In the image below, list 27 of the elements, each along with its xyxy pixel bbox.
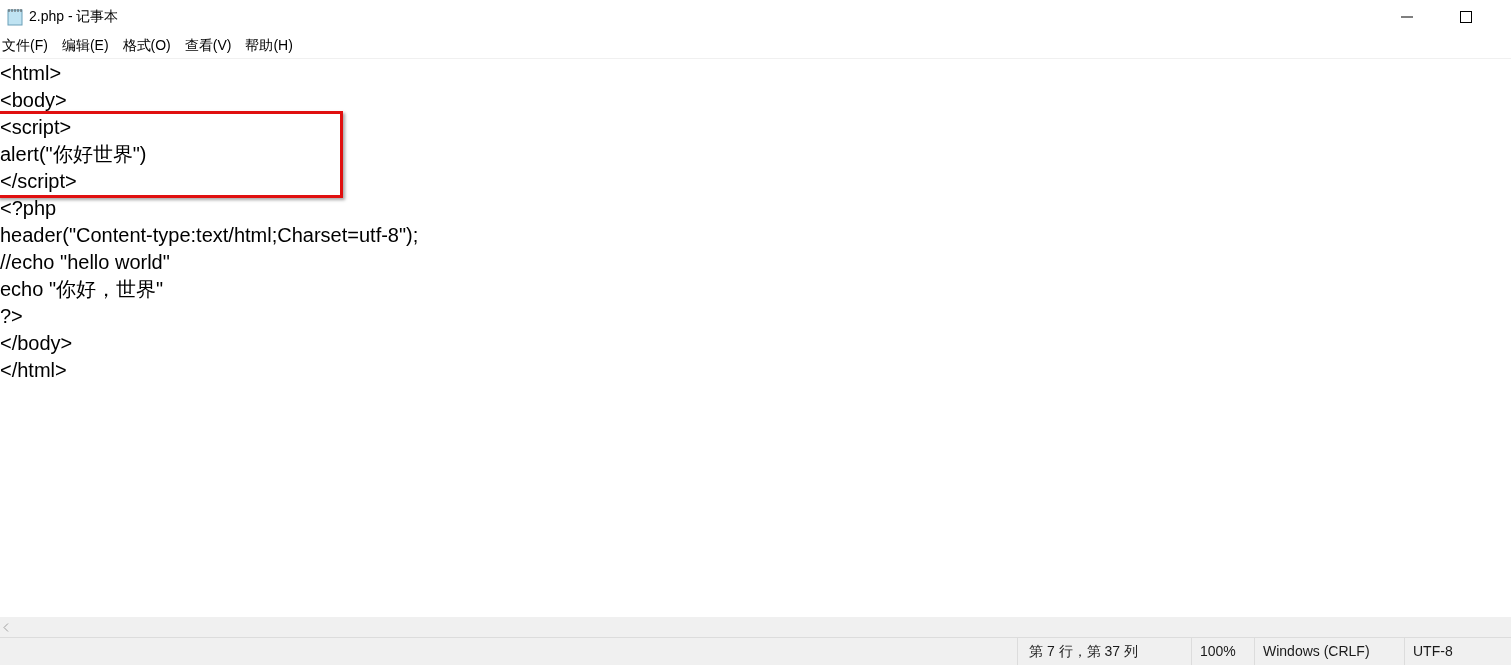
menu-item[interactable]: 编辑(E) xyxy=(59,33,111,58)
code-line: <script> xyxy=(0,116,72,138)
code-line: </body> xyxy=(0,332,73,354)
code-line: alert("你好世界") xyxy=(0,143,147,165)
window-title: 2.php - 记事本 xyxy=(29,7,119,26)
code-line: <html> xyxy=(0,62,62,84)
cursor-position: 第 7 行，第 37 列 xyxy=(1029,642,1138,661)
line-ending: Windows (CRLF) xyxy=(1263,642,1370,661)
menu-item[interactable]: 查看(V) xyxy=(182,33,234,58)
code-line: header("Content-type:text/html;Charset=utf-8"); xyxy=(0,224,419,246)
scroll-left-icon[interactable] xyxy=(3,622,9,632)
code-line: <body> xyxy=(0,89,67,111)
code-line: //echo "hello world" xyxy=(0,251,170,273)
encoding: UTF-8 xyxy=(1413,642,1453,661)
menu-item[interactable]: 文件(F) xyxy=(0,33,50,58)
notepad-icon xyxy=(6,7,24,26)
minimize-icon xyxy=(1401,15,1413,18)
code-line: echo "你好，世界" xyxy=(0,278,164,300)
code-line: </html> xyxy=(0,359,67,381)
zoom-level: 100% xyxy=(1200,642,1236,661)
code-line: <?php xyxy=(0,197,57,219)
menu-item[interactable]: 格式(O) xyxy=(120,33,173,58)
horizontal-scrollbar[interactable] xyxy=(0,617,1511,637)
maximize-icon xyxy=(1460,10,1472,23)
code-line: </script> xyxy=(0,170,77,192)
code-line: ?> xyxy=(0,305,23,327)
menu-item[interactable]: 帮助(H) xyxy=(243,33,295,58)
